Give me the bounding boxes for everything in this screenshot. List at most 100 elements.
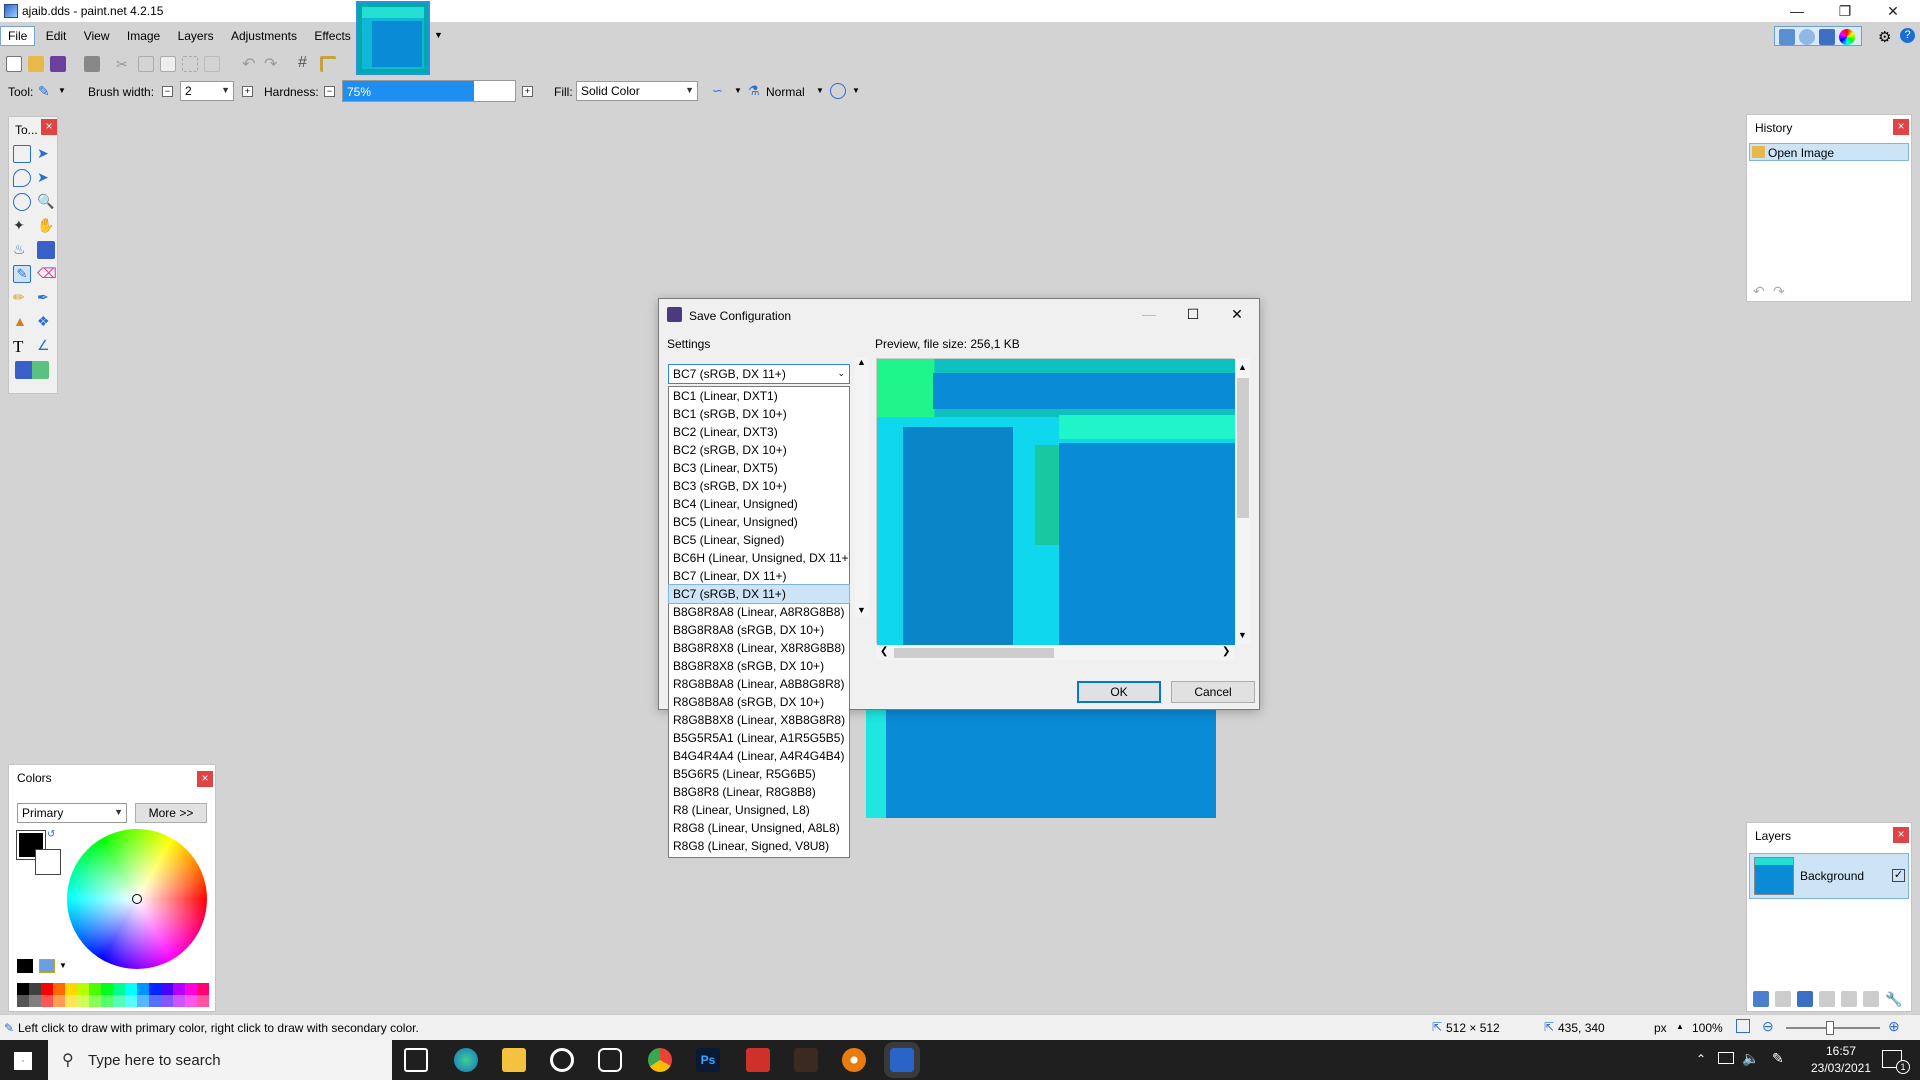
color-wheel-cursor[interactable]: [132, 894, 142, 904]
zoom-out-icon[interactable]: ⊖: [1762, 1018, 1774, 1035]
units-chevron-icon[interactable]: ▲: [1676, 1022, 1684, 1031]
magic-wand-icon[interactable]: ✦: [13, 217, 31, 235]
cut-icon[interactable]: ✂: [116, 56, 132, 72]
format-option[interactable]: BC1 (Linear, DXT1): [669, 387, 849, 405]
antialiasing-chevron-icon[interactable]: ▼: [734, 86, 742, 95]
minimize-button[interactable]: —: [1774, 0, 1820, 22]
add-color-icon[interactable]: [17, 959, 33, 973]
blend-mode-label[interactable]: Normal: [766, 85, 805, 99]
history-close-icon[interactable]: ×: [1893, 119, 1909, 135]
zoom-slider[interactable]: [1786, 1021, 1880, 1035]
deselect-icon[interactable]: [204, 56, 220, 72]
palette-swatch[interactable]: [137, 983, 149, 1007]
format-option[interactable]: R8G8B8X8 (Linear, X8B8G8R8): [669, 711, 849, 729]
canvas-image[interactable]: [866, 700, 1216, 818]
format-option[interactable]: BC5 (Linear, Unsigned): [669, 513, 849, 531]
new-file-icon[interactable]: [6, 56, 22, 72]
zoom-in-icon[interactable]: ⊕: [1888, 1018, 1900, 1035]
tools-close-icon[interactable]: ×: [41, 119, 57, 135]
paintbrush-icon[interactable]: ✎: [13, 265, 31, 283]
zoom-slider-thumb[interactable]: [1826, 1021, 1834, 1035]
palette-swatch[interactable]: [89, 983, 101, 1007]
palette-menu-icon[interactable]: [39, 959, 55, 973]
text-tool-icon[interactable]: T: [13, 337, 31, 356]
format-option[interactable]: R8G8B8A8 (sRGB, DX 10+): [669, 693, 849, 711]
clock-date[interactable]: 23/03/2021: [1804, 1061, 1878, 1075]
settings-gear-icon[interactable]: ⚙: [1878, 28, 1891, 46]
layer-visibility-checkbox[interactable]: ✓: [1892, 869, 1905, 882]
format-option[interactable]: BC1 (sRGB, DX 10+): [669, 405, 849, 423]
fill-combobox[interactable]: Solid Color ▼: [576, 81, 698, 101]
edge-browser-icon[interactable]: [454, 1048, 478, 1072]
brush-width-increase-icon[interactable]: +: [242, 86, 253, 97]
gradient-icon[interactable]: [37, 241, 55, 259]
menu-effects[interactable]: Effects: [307, 27, 357, 45]
antialiasing-icon[interactable]: ∽: [712, 83, 728, 99]
preview-hscroll-thumb[interactable]: [894, 648, 1054, 658]
task-view-icon[interactable]: [404, 1048, 428, 1072]
line-curve-icon[interactable]: ∠: [37, 337, 55, 355]
help-icon[interactable]: ?: [1900, 28, 1915, 43]
colors-close-icon[interactable]: ×: [197, 771, 213, 787]
format-option[interactable]: R8G8B8A8 (Linear, A8B8G8R8): [669, 675, 849, 693]
format-option[interactable]: BC3 (sRGB, DX 10+): [669, 477, 849, 495]
preview-scroll-down-icon[interactable]: ▼: [1238, 630, 1247, 640]
layer-properties-icon[interactable]: 🔧: [1885, 991, 1902, 1007]
colors-window-icon[interactable]: [1839, 29, 1855, 45]
scroll-up-icon[interactable]: ▲: [857, 357, 866, 367]
restore-button[interactable]: ❐: [1822, 0, 1868, 22]
preview-area[interactable]: [876, 358, 1235, 645]
format-option[interactable]: BC3 (Linear, DXT5): [669, 459, 849, 477]
app-chat-icon[interactable]: [598, 1048, 622, 1072]
save-icon[interactable]: [50, 56, 66, 72]
color-mode-combobox[interactable]: Primary ▼: [17, 803, 127, 823]
palette-swatch[interactable]: [77, 983, 89, 1007]
menu-layers[interactable]: Layers: [171, 27, 221, 45]
paste-icon[interactable]: [160, 56, 176, 72]
format-option[interactable]: BC4 (Linear, Unsigned): [669, 495, 849, 513]
clock-time[interactable]: 16:57: [1804, 1044, 1878, 1058]
crop-to-selection-icon[interactable]: [182, 56, 198, 72]
move-selection-icon[interactable]: ➤: [37, 169, 55, 187]
windows-start-icon[interactable]: [14, 1052, 32, 1070]
preview-vscroll-thumb[interactable]: [1237, 378, 1249, 518]
history-item[interactable]: Open Image: [1749, 143, 1909, 161]
palette-swatch[interactable]: [113, 983, 125, 1007]
preview-vscrollbar[interactable]: ▲ ▼: [1236, 358, 1250, 644]
hardness-increase-icon[interactable]: +: [522, 86, 533, 97]
delete-layer-icon[interactable]: [1775, 991, 1791, 1007]
menu-view[interactable]: View: [77, 27, 117, 45]
volume-icon[interactable]: 🔈: [1742, 1050, 1759, 1067]
move-selected-icon[interactable]: ➤: [37, 145, 55, 163]
clone-stamp-icon[interactable]: ▲: [13, 313, 31, 331]
format-option[interactable]: BC2 (sRGB, DX 10+): [669, 441, 849, 459]
zoom-level[interactable]: 100%: [1692, 1021, 1723, 1035]
zoom-to-window-icon[interactable]: [1736, 1019, 1750, 1033]
format-option[interactable]: B8G8R8A8 (Linear, A8R8G8B8): [669, 603, 849, 621]
layers-close-icon[interactable]: ×: [1893, 827, 1909, 843]
merge-layer-icon[interactable]: [1819, 991, 1835, 1007]
grid-icon[interactable]: #: [298, 54, 314, 71]
chrome-icon[interactable]: [648, 1048, 672, 1072]
selection-mode-chevron-icon[interactable]: ▼: [852, 86, 860, 95]
swap-colors-icon[interactable]: ↺: [47, 829, 55, 840]
format-option[interactable]: BC7 (Linear, DX 11+): [669, 567, 849, 585]
palette-swatch[interactable]: [101, 983, 113, 1007]
palette-swatch[interactable]: [65, 983, 77, 1007]
move-layer-down-icon[interactable]: [1863, 991, 1879, 1007]
close-button[interactable]: ✕: [1870, 0, 1916, 22]
file-explorer-icon[interactable]: [502, 1048, 526, 1072]
recolor-icon[interactable]: ❖: [37, 313, 55, 331]
redo-icon[interactable]: ↷: [264, 54, 280, 73]
units-selector[interactable]: px: [1654, 1021, 1667, 1035]
open-folder-icon[interactable]: [28, 56, 44, 72]
hardness-decrease-icon[interactable]: −: [324, 86, 335, 97]
format-combobox[interactable]: BC7 (sRGB, DX 11+) ⌄: [668, 364, 850, 384]
tray-chevron-icon[interactable]: ⌃: [1696, 1052, 1706, 1066]
history-undo-icon[interactable]: ↶: [1753, 283, 1765, 300]
palette-swatch[interactable]: [53, 983, 65, 1007]
format-option[interactable]: R8G8 (Linear, Signed, V8U8): [669, 837, 849, 855]
format-option[interactable]: BC5 (Linear, Signed): [669, 531, 849, 549]
format-option[interactable]: B4G4R4A4 (Linear, A4R4G4B4): [669, 747, 849, 765]
more-colors-button[interactable]: More >>: [135, 803, 207, 823]
